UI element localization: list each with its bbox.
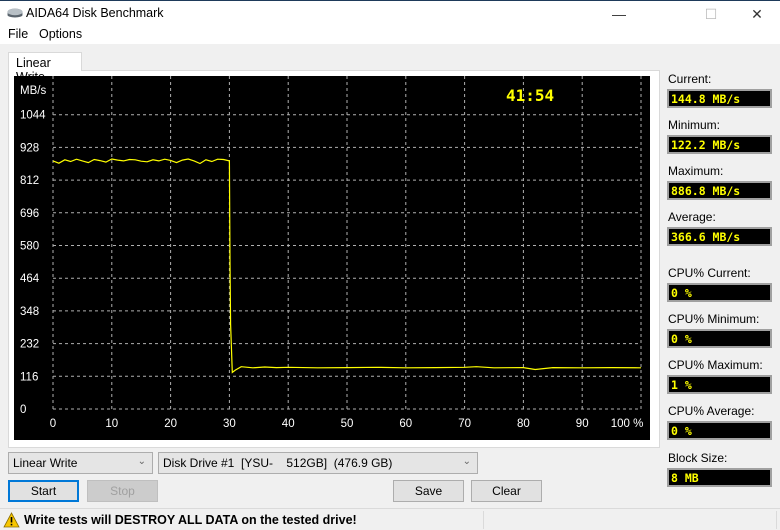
chevron-down-icon: ⌄: [137, 456, 146, 467]
minimize-button[interactable]: —: [596, 1, 642, 27]
y-tick-label: 696: [20, 208, 39, 220]
stat-value-box: 1 %: [667, 375, 772, 394]
close-icon: ✕: [751, 5, 763, 22]
y-tick-label: 580: [20, 241, 39, 253]
menu-bar: File Options: [0, 26, 780, 44]
close-button[interactable]: ✕: [734, 1, 780, 27]
stat-value-box: 0 %: [667, 421, 772, 440]
maximize-icon: ☐: [704, 5, 718, 22]
stat-value-box: 886.8 MB/s: [667, 181, 772, 200]
y-axis-ticks: 0 116 232 348 464 580 696 812 928 1044: [20, 110, 46, 416]
chevron-down-icon: ⌄: [462, 456, 471, 467]
test-type-value: Linear Write: [13, 456, 78, 470]
start-button[interactable]: Start: [8, 480, 79, 502]
x-tick-label: 90: [576, 418, 589, 430]
x-tick-label: 70: [458, 418, 471, 430]
x-tick-label: 40: [282, 418, 295, 430]
x-tick-label: 20: [164, 418, 177, 430]
maximize-button[interactable]: ☐: [688, 1, 734, 27]
x-tick-label: 0: [50, 418, 56, 430]
x-axis-ticks: 0 10 20 30 40 50 60 70 80 90 100 %: [50, 418, 644, 430]
y-tick-label: 232: [20, 339, 39, 351]
stat-value-box: 366.6 MB/s: [667, 227, 772, 246]
test-type-select[interactable]: Linear Write ⌄: [8, 452, 153, 474]
stat-label: Current:: [668, 72, 712, 86]
x-tick-label: 50: [341, 418, 354, 430]
x-tick-label: 60: [399, 418, 412, 430]
stat-label: CPU% Maximum:: [668, 358, 763, 372]
stop-button[interactable]: Stop: [87, 480, 158, 502]
save-button[interactable]: Save: [393, 480, 464, 502]
chart-grid: [52, 76, 642, 410]
stat-label: Average:: [668, 210, 716, 224]
window-title: AIDA64 Disk Benchmark: [26, 6, 164, 20]
x-tick-label: 100 %: [611, 418, 644, 430]
drive-select[interactable]: Disk Drive #1 [YSU- 512GB] (476.9 GB) ⌄: [158, 452, 478, 474]
elapsed-timer: 41:54: [506, 86, 554, 105]
stat-label: CPU% Minimum:: [668, 312, 760, 326]
title-bar: AIDA64 Disk Benchmark — ☐ ✕: [0, 0, 780, 26]
tab-linear-write[interactable]: Linear Write: [8, 52, 82, 84]
clear-button[interactable]: Clear: [471, 480, 542, 502]
chart-svg: 0 116 232 348 464 580 696 812 928 1044 0 10 20 30 40 5…: [20, 76, 644, 430]
minimize-icon: —: [612, 6, 626, 22]
menu-file[interactable]: File: [8, 27, 28, 41]
menu-options[interactable]: Options: [39, 27, 82, 41]
x-tick-label: 10: [105, 418, 118, 430]
stat-value-box: 0 %: [667, 283, 772, 302]
y-tick-label: 348: [20, 306, 39, 318]
stat-value-box: 144.8 MB/s: [667, 89, 772, 108]
warning-icon: [3, 512, 20, 528]
y-tick-label: 464: [20, 273, 40, 285]
x-tick-label: 30: [223, 418, 236, 430]
stat-label: Maximum:: [668, 164, 724, 178]
stat-label: CPU% Average:: [668, 404, 755, 418]
x-tick-label: 80: [517, 418, 530, 430]
status-divider: [776, 511, 777, 529]
stat-value-box: 0 %: [667, 329, 772, 348]
stat-value-box: 122.2 MB/s: [667, 135, 772, 154]
status-bar: Write tests will DESTROY ALL DATA on the…: [0, 508, 780, 530]
drive-value: Disk Drive #1 [YSU- 512GB] (476.9 GB): [163, 456, 393, 470]
y-tick-label: 1044: [20, 110, 46, 122]
benchmark-chart: 0 116 232 348 464 580 696 812 928 1044 0 10 20 30 40 5…: [14, 76, 650, 440]
y-tick-label: 928: [20, 142, 39, 154]
stat-value-box: 8 MB: [667, 468, 772, 487]
disk-app-icon: [7, 8, 23, 18]
stat-label: Minimum:: [668, 118, 721, 132]
y-tick-label: 812: [20, 175, 39, 187]
y-axis-label: MB/s: [20, 85, 46, 97]
status-divider: [483, 511, 484, 529]
y-tick-label: 0: [20, 404, 26, 416]
stat-label: Block Size:: [668, 451, 728, 465]
y-tick-label: 116: [20, 371, 38, 383]
status-warning-text: Write tests will DESTROY ALL DATA on the…: [24, 513, 357, 527]
stat-label: CPU% Current:: [668, 266, 751, 280]
